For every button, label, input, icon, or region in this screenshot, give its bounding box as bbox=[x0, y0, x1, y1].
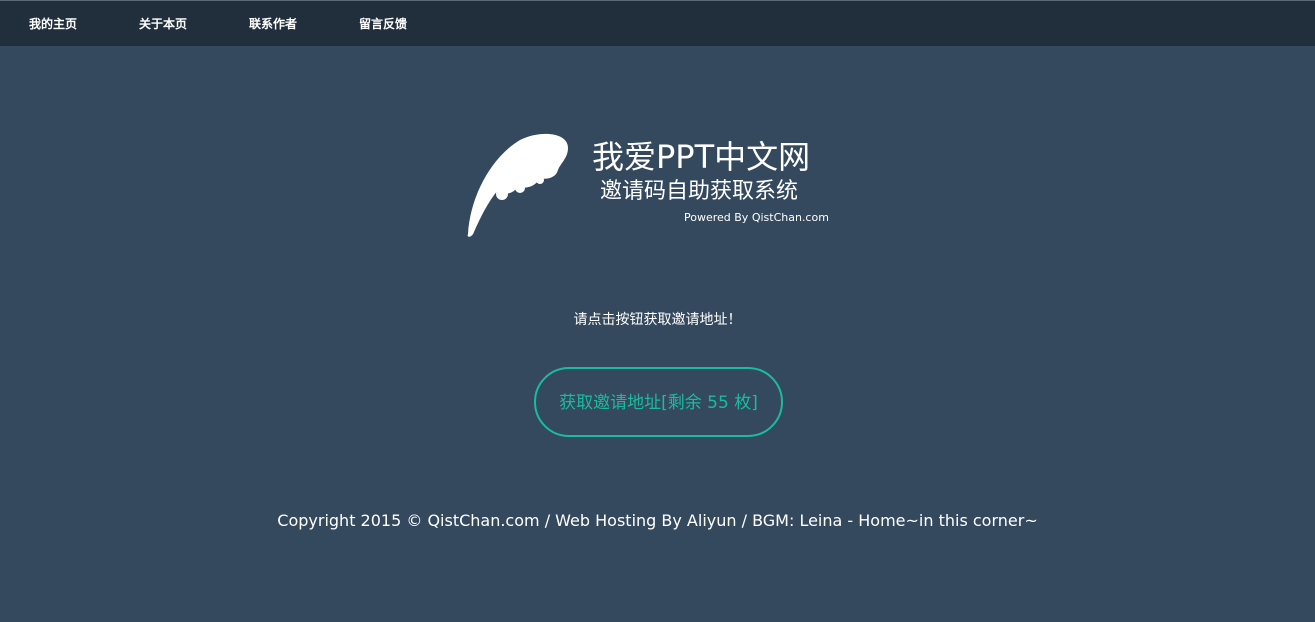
nav-item-feedback[interactable]: 留言反馈 bbox=[359, 15, 407, 32]
footer-copyright: Copyright 2015 © QistChan.com / Web Host… bbox=[277, 511, 1038, 530]
nav-item-about[interactable]: 关于本页 bbox=[139, 15, 187, 32]
instruction-text: 请点击按钮获取邀请地址！ bbox=[573, 312, 742, 328]
site-logo: 我爱PPT中文网 邀请码自助获取系统 Powered By QistChan.c… bbox=[460, 128, 840, 243]
nav-item-contact[interactable]: 联系作者 bbox=[249, 15, 297, 32]
logo-subtitle: 邀请码自助获取系统 bbox=[600, 179, 799, 204]
top-navbar: 我的主页 关于本页 联系作者 留言反馈 bbox=[0, 0, 1315, 46]
logo-powered-by: Powered By QistChan.com bbox=[684, 211, 829, 224]
feather-icon bbox=[467, 133, 568, 237]
nav-item-home[interactable]: 我的主页 bbox=[29, 15, 77, 32]
logo-title: 我爱PPT中文网 bbox=[592, 138, 811, 176]
get-invite-button[interactable]: 获取邀请地址[剩余 55 枚] bbox=[534, 367, 783, 437]
